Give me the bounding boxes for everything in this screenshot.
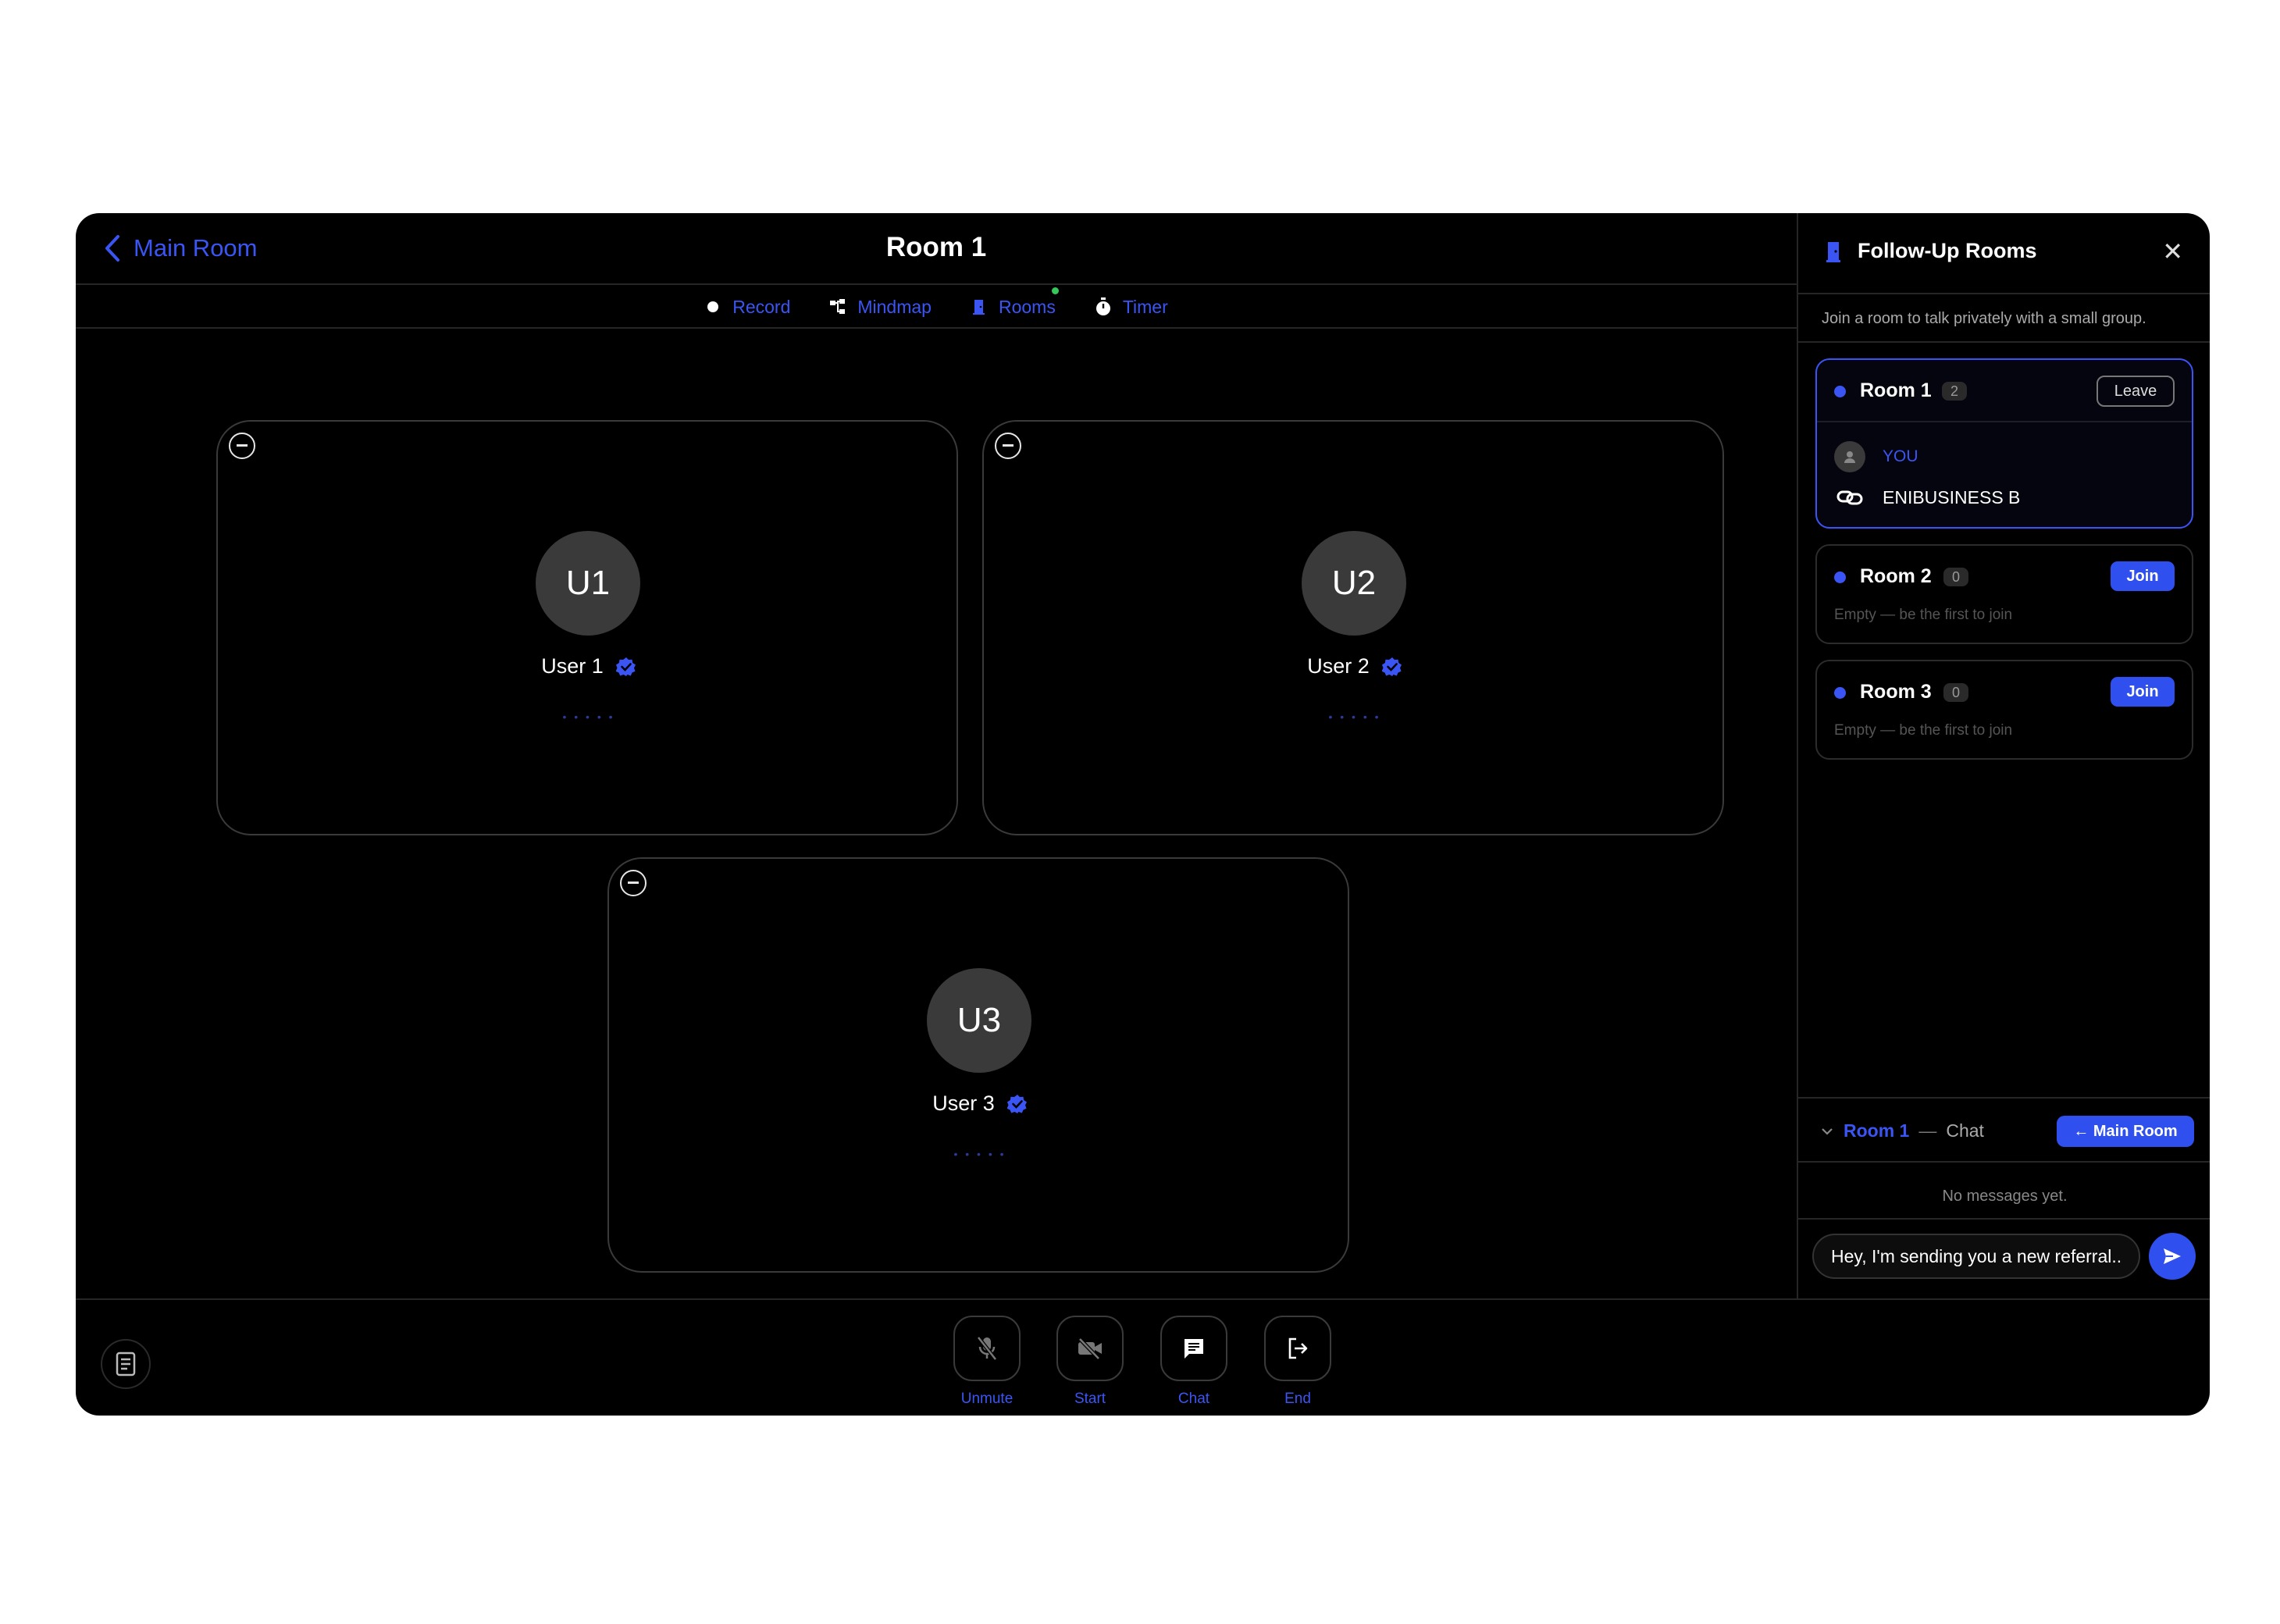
minimize-icon[interactable] (229, 433, 255, 459)
verified-badge-icon (1381, 657, 1402, 676)
chat-room-name: Room 1 (1844, 1120, 1910, 1141)
panel-title: Follow-Up Rooms (1858, 239, 2037, 262)
join-room-button[interactable]: Join (2111, 677, 2175, 707)
rooms-button[interactable]: Rooms (971, 287, 1059, 318)
room-name: Room 1 (1860, 379, 1932, 401)
back-to-main-room-button[interactable]: ← Main Room (2057, 1116, 2194, 1147)
verified-badge-icon (615, 657, 636, 676)
room-status-dot (1834, 572, 1846, 583)
audio-level-dots: • • • • • (953, 1148, 1006, 1160)
page-title: Room 1 (885, 232, 987, 262)
rooms-indicator-dot (1051, 287, 1059, 294)
notes-icon (116, 1352, 136, 1376)
chat-collapse-toggle[interactable]: Room 1 — Chat (1820, 1120, 1984, 1141)
participant-tile-user-2: U2 User 2 • • • • • (982, 420, 1724, 835)
participant-name-row: User 1 (218, 654, 960, 678)
participant-tile-user-3: U3 User 3 • • • • • (607, 857, 1349, 1273)
control-bar: Unmute Start Chat End (76, 1298, 2210, 1416)
room-member: YOU (1834, 436, 2175, 477)
stopwatch-icon (1095, 297, 1112, 315)
chat-label: Chat (1946, 1120, 1984, 1141)
participant-name: User 3 (932, 1092, 995, 1115)
follow-up-rooms-panel: Follow-Up Rooms ✕ Join a room to talk pr… (1797, 213, 2210, 1298)
participant-tile-user-1: U1 User 1 • • • • • (216, 420, 958, 835)
room-empty-text: Empty — be the first to join (1834, 722, 2013, 739)
room-status-dot (1834, 386, 1846, 397)
leave-room-button[interactable]: Leave (2097, 376, 2175, 407)
audio-level-dots: • • • • • (1328, 710, 1381, 723)
room-chat-header: Room 1 — Chat ← Main Room (1798, 1097, 2210, 1163)
camera-off-icon (1078, 1337, 1102, 1359)
member-name: YOU (1883, 447, 1918, 465)
rooms-label: Rooms (998, 296, 1056, 317)
mindmap-label: Mindmap (857, 296, 932, 317)
send-button[interactable] (2149, 1233, 2196, 1280)
participant-name-row: User 2 (984, 654, 1726, 678)
chat-button[interactable]: Chat (1160, 1316, 1227, 1408)
unmute-button[interactable]: Unmute (953, 1316, 1021, 1408)
chat-empty-state: No messages yet. (1942, 1188, 2068, 1205)
chat-separator: — (1918, 1120, 1937, 1141)
participant-name: User 2 (1307, 654, 1370, 678)
verified-badge-icon (1006, 1094, 1027, 1113)
top-bar: Main Room Room 1 (76, 213, 1797, 285)
join-room-button[interactable]: Join (2111, 561, 2175, 591)
user-avatar-icon (1834, 441, 1865, 472)
minimize-icon[interactable] (620, 870, 647, 896)
audio-level-dots: • • • • • (562, 710, 615, 723)
send-icon (2164, 1248, 2181, 1264)
start-label: Start (1074, 1391, 1106, 1407)
end-label: End (1284, 1391, 1311, 1407)
meeting-toolbar: Record Mindmap Rooms Timer (76, 287, 1797, 329)
room-member-count: 0 (1943, 683, 1968, 702)
chat-label: Chat (1177, 1391, 1210, 1407)
mic-off-icon (977, 1336, 997, 1361)
door-icon (1826, 241, 1840, 262)
chat-composer (1798, 1218, 2210, 1298)
panel-subtitle: Join a room to talk privately with a sma… (1798, 294, 2210, 343)
timer-button[interactable]: Timer (1095, 297, 1168, 318)
avatar: U1 (536, 531, 640, 636)
room-member-count: 0 (1943, 568, 1968, 586)
panel-title-row: Follow-Up Rooms (1825, 239, 2036, 263)
room-card-room-2: Room 2 0 Join Empty — be the first to jo… (1815, 544, 2193, 644)
member-name: ENIBUSINESS B (1883, 486, 2021, 508)
notes-button[interactable] (101, 1339, 151, 1389)
door-icon (971, 298, 988, 315)
room-member-count: 2 (1942, 382, 1967, 401)
minimize-icon[interactable] (995, 433, 1021, 459)
start-video-button[interactable]: Start (1056, 1316, 1124, 1408)
unmute-label: Unmute (960, 1391, 1014, 1407)
participant-name: User 1 (541, 654, 604, 678)
record-label: Record (732, 296, 791, 317)
room-name: Room 2 (1860, 565, 1932, 587)
end-call-button[interactable]: End (1264, 1316, 1331, 1408)
room-empty-text: Empty — be the first to join (1834, 607, 2013, 623)
chat-bubble-icon (1185, 1339, 1203, 1359)
close-icon[interactable]: ✕ (2162, 237, 2183, 266)
main-area: Main Room Room 1 Record Mindmap Rooms Ti… (76, 213, 1797, 1298)
mindmap-icon (829, 298, 846, 315)
message-input[interactable] (1812, 1234, 2140, 1279)
record-button[interactable]: Record (704, 297, 790, 318)
room-card-room-3: Room 3 0 Join Empty — be the first to jo… (1815, 660, 2193, 760)
timer-label: Timer (1122, 296, 1168, 317)
room-member: ENIBUSINESS B (1834, 477, 2175, 518)
room-card-room-1: Room 1 2 Leave YOU ENIBUSINESS B (1815, 358, 2193, 529)
mindmap-button[interactable]: Mindmap (829, 297, 932, 318)
panel-header: Follow-Up Rooms ✕ (1798, 213, 2210, 294)
room-status-dot (1834, 687, 1846, 699)
meeting-app: Main Room Room 1 Record Mindmap Rooms Ti… (76, 213, 2210, 1416)
chevron-down-icon (1822, 1127, 1833, 1135)
exit-icon (1288, 1337, 1308, 1359)
avatar: U3 (927, 968, 1031, 1073)
room-name: Room 3 (1860, 681, 1932, 703)
participant-name-row: User 3 (609, 1092, 1351, 1116)
record-dot-icon (704, 298, 721, 315)
link-icon (1834, 489, 1865, 506)
avatar: U2 (1302, 531, 1406, 636)
